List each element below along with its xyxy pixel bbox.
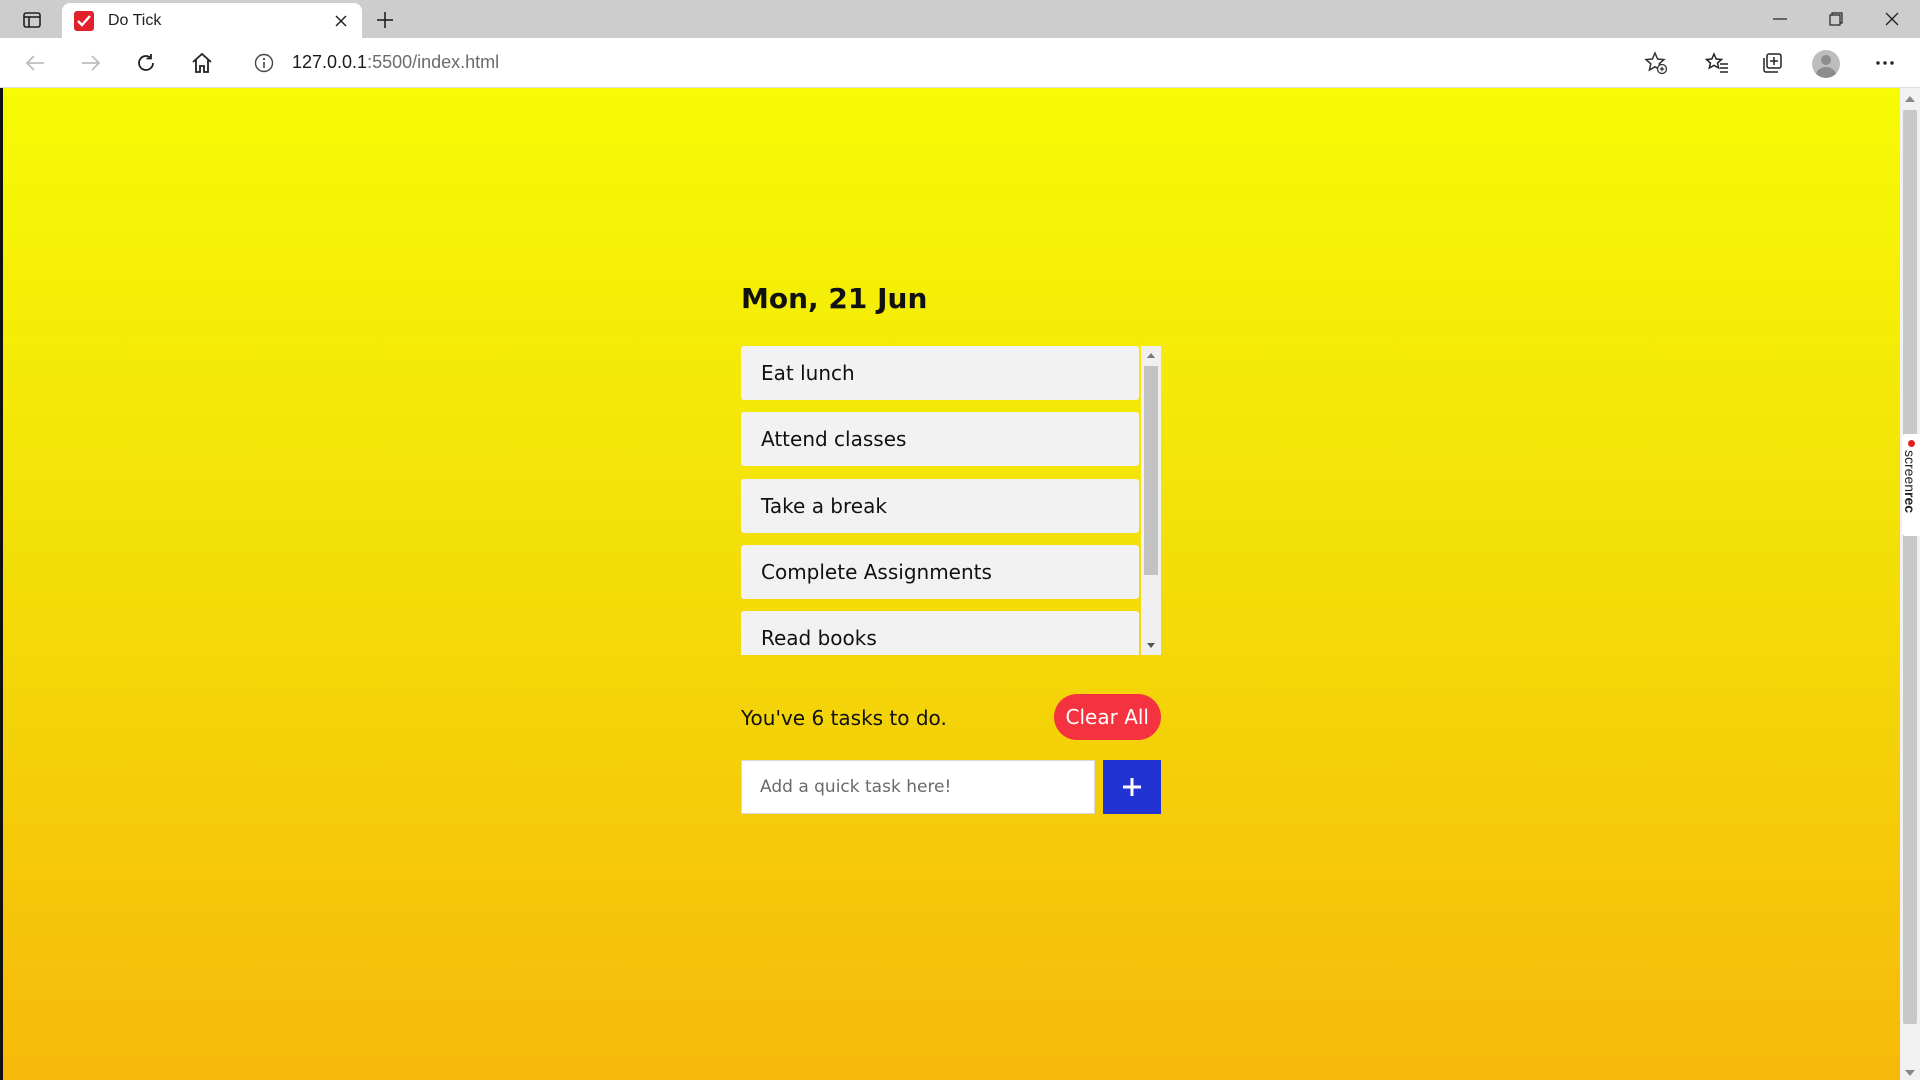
task-item[interactable]: Eat lunch bbox=[741, 346, 1139, 400]
record-dot-icon bbox=[1908, 440, 1915, 447]
collections-icon[interactable] bbox=[1759, 50, 1785, 76]
clear-all-button[interactable]: Clear All bbox=[1053, 694, 1161, 740]
browser-tab[interactable]: Do Tick bbox=[62, 3, 362, 38]
close-window-icon[interactable] bbox=[1864, 0, 1920, 38]
browser-tab-bar: Do Tick bbox=[0, 0, 1920, 38]
site-info-icon[interactable] bbox=[254, 53, 274, 73]
address-bar[interactable]: 127.0.0.1:5500/index.html bbox=[236, 44, 1682, 81]
task-item[interactable]: Attend classes bbox=[741, 412, 1139, 466]
close-tab-icon[interactable] bbox=[332, 12, 350, 30]
profile-avatar[interactable] bbox=[1812, 50, 1840, 78]
scroll-up-icon[interactable] bbox=[1905, 96, 1915, 102]
recorder-label: screenrec bbox=[1902, 450, 1918, 514]
task-label: Take a break bbox=[761, 494, 887, 518]
page-title: Mon, 21 Jun bbox=[741, 282, 928, 315]
list-scroll-thumb[interactable] bbox=[1144, 366, 1158, 575]
task-count-text: You've 6 tasks to do. bbox=[741, 706, 947, 730]
page-scroll-thumb[interactable] bbox=[1903, 110, 1917, 1024]
restore-icon[interactable] bbox=[1808, 0, 1864, 38]
list-scroll-down-icon[interactable] bbox=[1147, 643, 1155, 648]
refresh-icon[interactable] bbox=[133, 50, 159, 76]
add-task-button[interactable] bbox=[1103, 760, 1161, 814]
task-summary-row: You've 6 tasks to do. Clear All bbox=[741, 694, 1161, 740]
back-icon[interactable] bbox=[22, 50, 48, 76]
task-input[interactable] bbox=[741, 760, 1095, 814]
task-label: Attend classes bbox=[761, 427, 907, 451]
browser-toolbar: 127.0.0.1:5500/index.html bbox=[0, 38, 1920, 88]
task-label: Complete Assignments bbox=[761, 560, 992, 584]
task-label: Read books bbox=[761, 626, 877, 650]
home-icon[interactable] bbox=[189, 50, 215, 76]
task-list: Eat lunch Attend classes Take a break Co… bbox=[741, 346, 1161, 655]
task-item[interactable]: Complete Assignments bbox=[741, 545, 1139, 599]
task-item[interactable]: Take a break bbox=[741, 479, 1139, 533]
tab-actions-icon[interactable] bbox=[14, 7, 50, 33]
more-icon[interactable] bbox=[1872, 50, 1898, 76]
task-list-scrollbar[interactable] bbox=[1141, 346, 1161, 655]
page-scrollbar[interactable] bbox=[1900, 88, 1920, 1080]
new-tab-icon[interactable] bbox=[372, 7, 398, 33]
url-text: 127.0.0.1:5500/index.html bbox=[292, 52, 500, 72]
list-scroll-up-icon[interactable] bbox=[1147, 353, 1155, 358]
tab-title: Do Tick bbox=[108, 11, 162, 29]
add-task-row bbox=[741, 760, 1161, 814]
task-item[interactable]: Read books bbox=[741, 611, 1139, 655]
plus-icon bbox=[1123, 778, 1141, 796]
scroll-down-icon[interactable] bbox=[1905, 1070, 1915, 1076]
tab-favicon-icon bbox=[74, 10, 94, 31]
window-left-edge bbox=[0, 88, 3, 1080]
forward-icon[interactable] bbox=[78, 50, 104, 76]
screen-recorder-badge[interactable]: screenrec bbox=[1902, 434, 1920, 536]
minimize-icon[interactable] bbox=[1752, 0, 1808, 38]
favorites-icon[interactable] bbox=[1704, 50, 1730, 76]
add-favorite-icon[interactable] bbox=[1644, 51, 1668, 75]
task-label: Eat lunch bbox=[761, 361, 855, 385]
